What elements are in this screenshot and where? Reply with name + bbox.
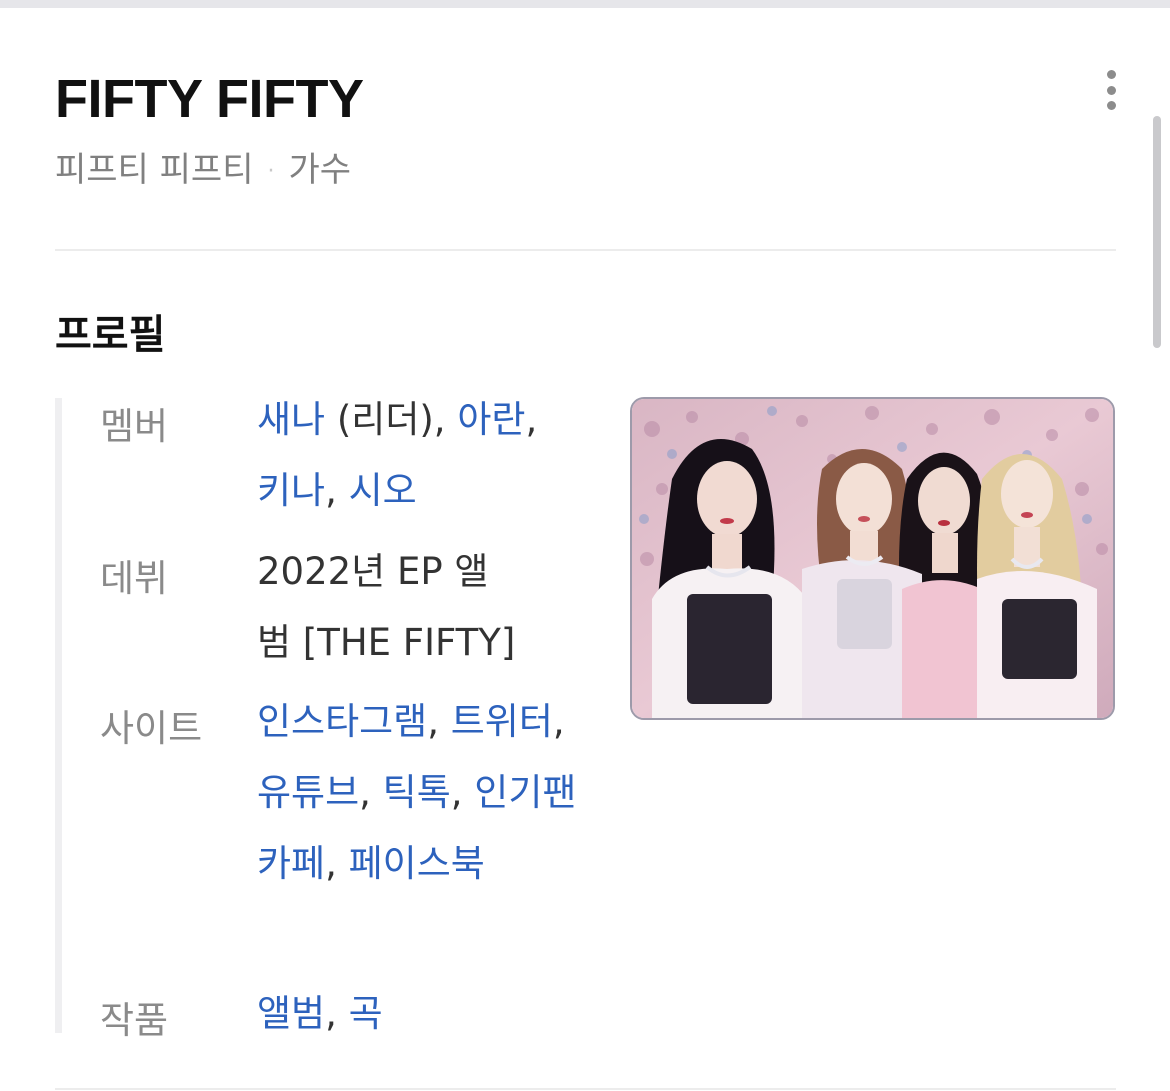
scrollbar[interactable]: [1153, 116, 1161, 348]
subtitle: 피프티 피프티 · 가수: [55, 142, 351, 191]
more-dot: [1106, 85, 1116, 95]
member-note: (리더),: [336, 398, 458, 441]
comma: ,: [525, 398, 538, 441]
member-link-sio[interactable]: 시오: [349, 469, 417, 512]
site-link-youtube[interactable]: 유튜브: [257, 771, 359, 814]
member-link-keena[interactable]: 키나: [257, 469, 325, 512]
comma: ,: [325, 992, 349, 1035]
group-photo-illustration: [632, 399, 1113, 718]
comma: ,: [552, 700, 565, 743]
more-dot: [1106, 70, 1116, 79]
debut-line-2: 범 [THE FIFTY]: [257, 621, 516, 664]
members-label: 멤버: [100, 405, 169, 448]
more-dot: [1106, 101, 1116, 110]
divider-bottom: [55, 1088, 1116, 1090]
sites-label: 사이트: [100, 707, 203, 750]
debut-line-1: 2022년 EP 앨: [257, 550, 489, 593]
comma: ,: [325, 469, 349, 512]
profile-side-line: [55, 398, 62, 1033]
site-link-facebook[interactable]: 페이스북: [349, 842, 485, 885]
comma: ,: [325, 842, 349, 885]
subtitle-separator: ·: [267, 159, 275, 184]
works-link-song[interactable]: 곡: [349, 992, 383, 1035]
section-title-profile: 프로필: [55, 312, 166, 358]
sites-value: 인스타그램, 트위터, 유튜브, 틱톡, 인기팬카페, 페이스북: [257, 686, 577, 899]
works-link-album[interactable]: 앨범: [257, 992, 325, 1035]
comma: ,: [359, 771, 383, 814]
group-photo[interactable]: [630, 397, 1115, 720]
member-link-aran[interactable]: 아란: [457, 398, 525, 441]
comma: ,: [450, 771, 475, 814]
divider-top: [55, 249, 1116, 251]
debut-value: 2022년 EP 앨 범 [THE FIFTY]: [257, 536, 577, 678]
comma: ,: [427, 700, 451, 743]
works-label: 작품: [100, 999, 169, 1042]
site-link-twitter[interactable]: 트위터: [451, 700, 553, 743]
page-title: FIFTY FIFTY: [55, 69, 364, 129]
more-options-icon[interactable]: [1096, 66, 1126, 114]
members-value: 새나 (리더), 아란, 키나, 시오: [257, 384, 577, 526]
member-link-saena[interactable]: 새나: [257, 398, 325, 441]
works-value: 앨범, 곡: [257, 978, 577, 1049]
debut-label: 데뷔: [100, 557, 169, 600]
top-edge: [0, 0, 1170, 8]
subtitle-category: 가수: [288, 150, 352, 190]
site-link-instagram[interactable]: 인스타그램: [257, 700, 427, 743]
subtitle-name: 피프티 피프티: [55, 150, 254, 190]
site-link-tiktok[interactable]: 틱톡: [383, 771, 451, 814]
